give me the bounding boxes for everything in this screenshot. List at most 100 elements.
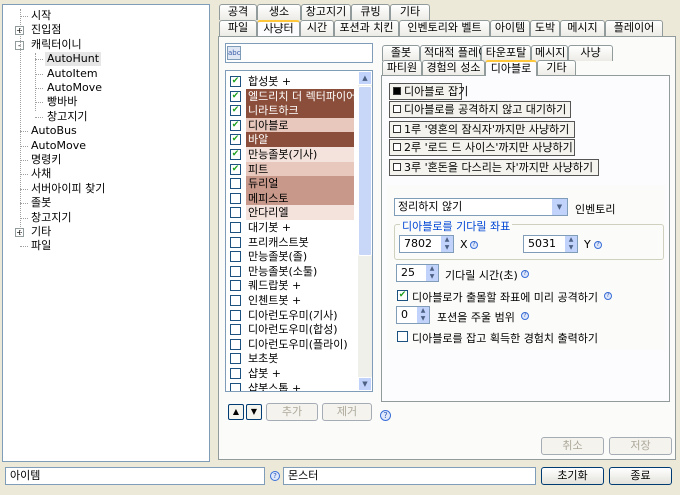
hunt-list-item[interactable]: ✔ 엘드리치 더 렉터파이어	[227, 88, 357, 104]
hunt-item-checkbox[interactable]: ✔	[230, 105, 241, 117]
tree-item[interactable]: 캐릭터이니	[29, 38, 84, 52]
wait-time-spinner[interactable]: 25 ▲ ▼	[396, 264, 439, 282]
help-icon[interactable]: ?	[594, 241, 602, 249]
hunt-item-checkbox[interactable]	[230, 207, 241, 219]
hunt-list[interactable]: ✔ 합성봇 + ✔ 엘드리치 더 렉터파이어 ✔ 니라트하크 ✔ 디아블로 ✔ 바알 ✔ 만능졸봇(기…	[225, 70, 373, 392]
subtab-2[interactable]: 디아블로	[485, 60, 537, 76]
monster-input[interactable]: 몬스터	[283, 467, 536, 485]
tab-5[interactable]: 아이템	[490, 20, 530, 36]
tab-3[interactable]: 큐빙	[351, 4, 390, 20]
scroll-thumb[interactable]	[358, 86, 372, 256]
help-icon[interactable]: ?	[270, 471, 280, 481]
tab-6[interactable]: 도박	[530, 20, 560, 36]
hunt-item-checkbox[interactable]	[230, 192, 241, 204]
hunt-item-checkbox[interactable]: ✔	[230, 163, 241, 175]
hunt-list-item[interactable]: 디아런도우미(플라이)	[227, 337, 357, 352]
cancel-button[interactable]: 취소	[541, 437, 604, 455]
potion-range-spinner[interactable]: 0 ▲ ▼	[396, 306, 430, 324]
reset-button[interactable]: 초기화	[541, 467, 604, 485]
y-coordinate-spinner[interactable]: 5031 ▲ ▼	[523, 235, 578, 253]
hunt-list-item[interactable]: 퀘드랍봇 +	[227, 278, 357, 293]
x-coordinate-spinner[interactable]: 7802 ▲ ▼	[399, 235, 454, 253]
exit-button[interactable]: 종료	[609, 467, 672, 485]
hunt-item-checkbox[interactable]	[230, 338, 241, 350]
move-down-button[interactable]: ▼	[246, 404, 262, 420]
tree-item[interactable]: 진입점	[29, 23, 63, 37]
chevron-down-icon[interactable]: ▼	[551, 199, 567, 215]
tab-4[interactable]: 인벤토리와 벨트	[399, 20, 490, 36]
hunt-item-checkbox[interactable]: ✔	[230, 76, 241, 87]
hunt-item-checkbox[interactable]: ✔	[230, 119, 241, 131]
hunt-item-checkbox[interactable]	[230, 295, 241, 306]
hunt-list-item[interactable]: 프리캐스트봇	[227, 235, 357, 250]
tree-item[interactable]: 창고지기	[29, 211, 73, 225]
diablo-option-button[interactable]: 디아블로를 공격하지 않고 대기하기	[389, 101, 571, 118]
subtab-1[interactable]: 경험의 성소	[422, 60, 485, 76]
save-button[interactable]: 저장	[609, 437, 672, 455]
tab-0[interactable]: 파일	[219, 20, 257, 36]
tab-4[interactable]: 기타	[390, 4, 430, 20]
hunt-list-item[interactable]: 메피스토	[227, 190, 357, 206]
hunt-item-checkbox[interactable]	[230, 382, 241, 391]
item-input[interactable]: 아이템	[5, 467, 265, 485]
tab-1[interactable]: 생소	[257, 4, 301, 20]
spinner-arrows-icon[interactable]: ▲ ▼	[564, 236, 577, 252]
hunt-list-item[interactable]: 만능졸봇(소툴)	[227, 264, 357, 279]
tree-item[interactable]: 명령키	[29, 153, 63, 167]
tree-item[interactable]: 서버아이피 찾기	[29, 182, 107, 196]
hunt-item-checkbox[interactable]	[230, 178, 241, 190]
hunt-item-checkbox[interactable]	[230, 251, 241, 263]
hunt-item-checkbox[interactable]: ✔	[230, 90, 241, 102]
diablo-option-button[interactable]: 디아블로 잡기	[389, 83, 468, 100]
hunt-list-item[interactable]: ✔ 만능졸봇(기사)	[227, 147, 357, 162]
exp-checkbox[interactable]	[397, 331, 408, 342]
tab-1[interactable]: 사냥터	[257, 20, 300, 36]
remove-button[interactable]: 제거	[322, 403, 372, 421]
help-icon[interactable]: ?	[521, 270, 529, 278]
hunt-list-item[interactable]: 만능졸봇(졸)	[227, 249, 357, 264]
spinner-arrows-icon[interactable]: ▲ ▼	[440, 236, 453, 252]
diablo-option-button[interactable]: 3루 '혼돈을 다스리는 자'까지만 사냥하기	[389, 159, 599, 176]
abc-sort-icon[interactable]: abc	[227, 46, 241, 60]
subtab-4[interactable]: 사냥	[568, 45, 613, 61]
tab-2[interactable]: 창고지기	[301, 4, 351, 20]
subtab-0[interactable]: 파티원	[382, 60, 422, 76]
spinner-arrows-icon[interactable]: ▲ ▼	[425, 265, 438, 281]
hunt-item-checkbox[interactable]	[230, 309, 241, 321]
hunt-list-item[interactable]: ✔ 디아블로	[227, 117, 357, 133]
diablo-option-button[interactable]: 1루 '영혼의 잠식자'까지만 사냥하기	[389, 121, 575, 138]
hunt-item-checkbox[interactable]	[230, 368, 241, 379]
spinner-arrows-icon[interactable]: ▲ ▼	[416, 307, 429, 323]
hunt-item-checkbox[interactable]	[230, 236, 241, 248]
tab-2[interactable]: 시간	[300, 20, 334, 36]
help-icon[interactable]: ?	[604, 292, 612, 300]
hunt-list-item[interactable]: 샵봇 +	[227, 366, 357, 381]
tree-item[interactable]: 창고지기	[45, 110, 89, 124]
inventory-select[interactable]: 정리하지 않기 ▼	[394, 198, 568, 216]
hunt-list-item[interactable]: 인첸트봇 +	[227, 293, 357, 308]
tab-8[interactable]: 플레이어	[605, 20, 663, 36]
scroll-down-icon[interactable]: ▼	[358, 377, 372, 391]
help-icon[interactable]: ?	[521, 312, 529, 320]
subtab-0[interactable]: 졸봇	[382, 45, 420, 61]
tree-item[interactable]: AutoMove	[45, 81, 104, 95]
hunt-item-checkbox[interactable]	[230, 353, 241, 365]
hunt-list-item[interactable]: 디아런도우미(합성)	[227, 322, 357, 337]
hunt-list-item[interactable]: ✔ 바알	[227, 132, 357, 148]
scroll-up-icon[interactable]: ▲	[358, 71, 372, 85]
tree-item[interactable]: 기타	[29, 225, 53, 239]
tree-item[interactable]: 시작	[29, 9, 53, 23]
tree-item[interactable]: AutoBus	[29, 124, 79, 138]
tab-0[interactable]: 공격	[219, 4, 257, 20]
hunt-item-checkbox[interactable]: ✔	[230, 149, 241, 160]
tree-item[interactable]: AutoHunt	[45, 52, 102, 67]
hunt-list-item[interactable]: 안다리엘	[227, 205, 357, 221]
subtab-1[interactable]: 적대적 플레이어	[420, 45, 498, 61]
hunt-list-item[interactable]: ✔ 합성봇 +	[227, 74, 357, 89]
hunt-item-checkbox[interactable]	[230, 222, 241, 233]
hunt-list-item[interactable]: ✔ 니라트하크	[227, 103, 357, 119]
hunt-item-checkbox[interactable]	[230, 324, 241, 336]
tab-3[interactable]: 포션과 치킨	[334, 20, 399, 36]
tree-item[interactable]: 사채	[29, 167, 53, 181]
tree-item[interactable]: 파일	[29, 239, 53, 253]
